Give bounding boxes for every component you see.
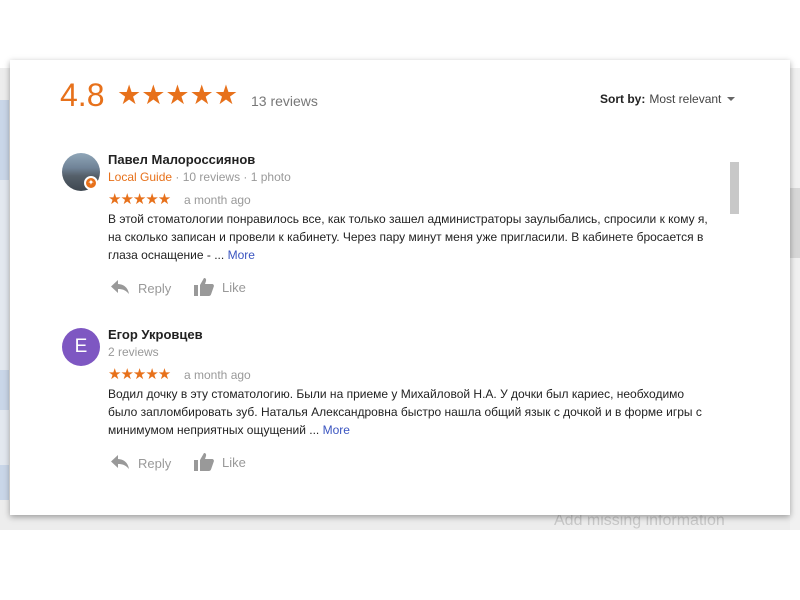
review-text: Водил дочку в эту стоматологию. Были на … bbox=[108, 385, 708, 439]
screen: Add missing information 4.8 ★★★★★ 13 rev… bbox=[0, 0, 800, 600]
review-item: E Егор Укровцев 2 reviews ★★★★★ a month … bbox=[10, 323, 730, 483]
reviewer-stats: 2 reviews bbox=[108, 345, 159, 359]
review-item: ✦ Павел Малороссиянов Local Guide · 10 r… bbox=[10, 148, 730, 308]
reviews-dialog: 4.8 ★★★★★ 13 reviews Sort by: Most releva… bbox=[10, 60, 790, 515]
review-date: a month ago bbox=[184, 193, 251, 207]
reply-arrow-icon bbox=[111, 280, 129, 294]
reviewer-stats: · 10 reviews · 1 photo bbox=[172, 170, 291, 184]
reviewer-meta: Local Guide · 10 reviews · 1 photo bbox=[108, 170, 291, 184]
reply-label: Reply bbox=[138, 456, 172, 471]
review-body: Водил дочку в эту стоматологию. Были на … bbox=[108, 387, 702, 437]
review-date: a month ago bbox=[184, 368, 251, 382]
reviewer-avatar[interactable]: E bbox=[62, 328, 100, 366]
reply-button[interactable]: Reply bbox=[109, 452, 179, 474]
sort-value: Most relevant bbox=[649, 92, 722, 106]
reply-button[interactable]: Reply bbox=[109, 277, 179, 299]
like-label: Like bbox=[222, 455, 246, 470]
local-guide-label: Local Guide bbox=[108, 170, 173, 184]
like-button[interactable]: Like bbox=[193, 276, 253, 298]
review-body: В этой стоматологии понравилось все, как… bbox=[108, 212, 708, 262]
reviews-header: 4.8 ★★★★★ 13 reviews Sort by: Most releva… bbox=[10, 60, 790, 140]
scrollbar-thumb[interactable] bbox=[730, 162, 739, 214]
reviewer-name[interactable]: Павел Малороссиянов bbox=[108, 152, 255, 167]
thumbs-up-icon bbox=[194, 278, 214, 296]
rating-stars: ★★★★★ bbox=[117, 80, 239, 110]
review-stars: ★★★★★ bbox=[108, 191, 171, 208]
more-link[interactable]: More bbox=[228, 248, 255, 262]
review-text: В этой стоматологии понравилось все, как… bbox=[108, 210, 708, 264]
caret-down-icon bbox=[727, 97, 736, 101]
reply-label: Reply bbox=[138, 281, 172, 296]
more-link[interactable]: More bbox=[323, 423, 350, 437]
sort-dropdown[interactable]: Sort by: Most relevant bbox=[600, 92, 736, 106]
reviewer-name[interactable]: Егор Укровцев bbox=[108, 327, 203, 342]
review-count: 13 reviews bbox=[251, 93, 318, 109]
like-label: Like bbox=[222, 280, 246, 295]
background-left-strip bbox=[0, 100, 9, 500]
sort-label: Sort by: bbox=[600, 92, 646, 106]
reply-arrow-icon bbox=[111, 455, 129, 469]
review-stars: ★★★★★ bbox=[108, 366, 171, 383]
thumbs-up-icon bbox=[194, 453, 214, 471]
reviews-list[interactable]: ✦ Павел Малороссиянов Local Guide · 10 r… bbox=[10, 148, 790, 515]
average-rating: 4.8 bbox=[60, 77, 105, 113]
local-guide-badge-icon: ✦ bbox=[84, 176, 98, 190]
background-right-strip bbox=[790, 68, 800, 530]
like-button[interactable]: Like bbox=[193, 451, 253, 473]
